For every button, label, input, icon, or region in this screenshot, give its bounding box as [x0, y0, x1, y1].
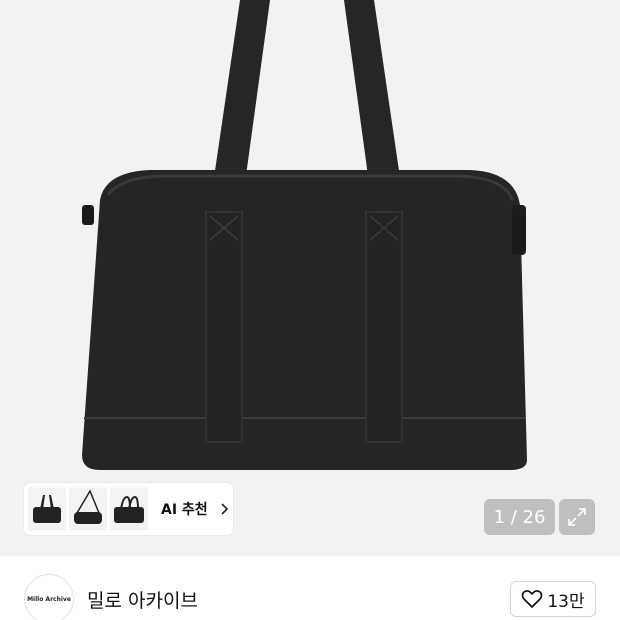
recommend-thumbnail-duffel[interactable]	[28, 487, 66, 531]
shop-name[interactable]: 밀로 아카이브	[87, 586, 198, 613]
heart-outline-icon	[522, 590, 543, 608]
like-button[interactable]: 13만	[510, 581, 596, 617]
chevron-right-icon	[221, 503, 228, 515]
like-count: 13만	[547, 591, 585, 612]
duffel-thumb-image	[33, 495, 61, 523]
duffel-bag-photo	[82, 0, 527, 470]
recommend-thumbnail-crossbody[interactable]	[69, 487, 107, 531]
shop-info-row: Millo Archive 밀로 아카이브 13만	[0, 556, 620, 620]
product-image[interactable]	[0, 0, 620, 556]
crossbody-thumb-image	[74, 489, 102, 524]
expand-icon	[568, 508, 586, 526]
expand-button[interactable]	[559, 499, 595, 535]
recommend-thumbnail-tote[interactable]	[110, 487, 148, 531]
product-detail-page: AI 추천 1 / 26 Millo Archive 밀로 아카이브 13만	[0, 0, 620, 620]
image-counter: 1 / 26	[484, 499, 555, 535]
shop-logo[interactable]: Millo Archive	[24, 574, 74, 620]
ai-recommend-card[interactable]: AI 추천	[24, 483, 233, 535]
tote-thumb-image	[114, 495, 144, 523]
ai-recommend-label: AI 추천	[161, 502, 208, 518]
